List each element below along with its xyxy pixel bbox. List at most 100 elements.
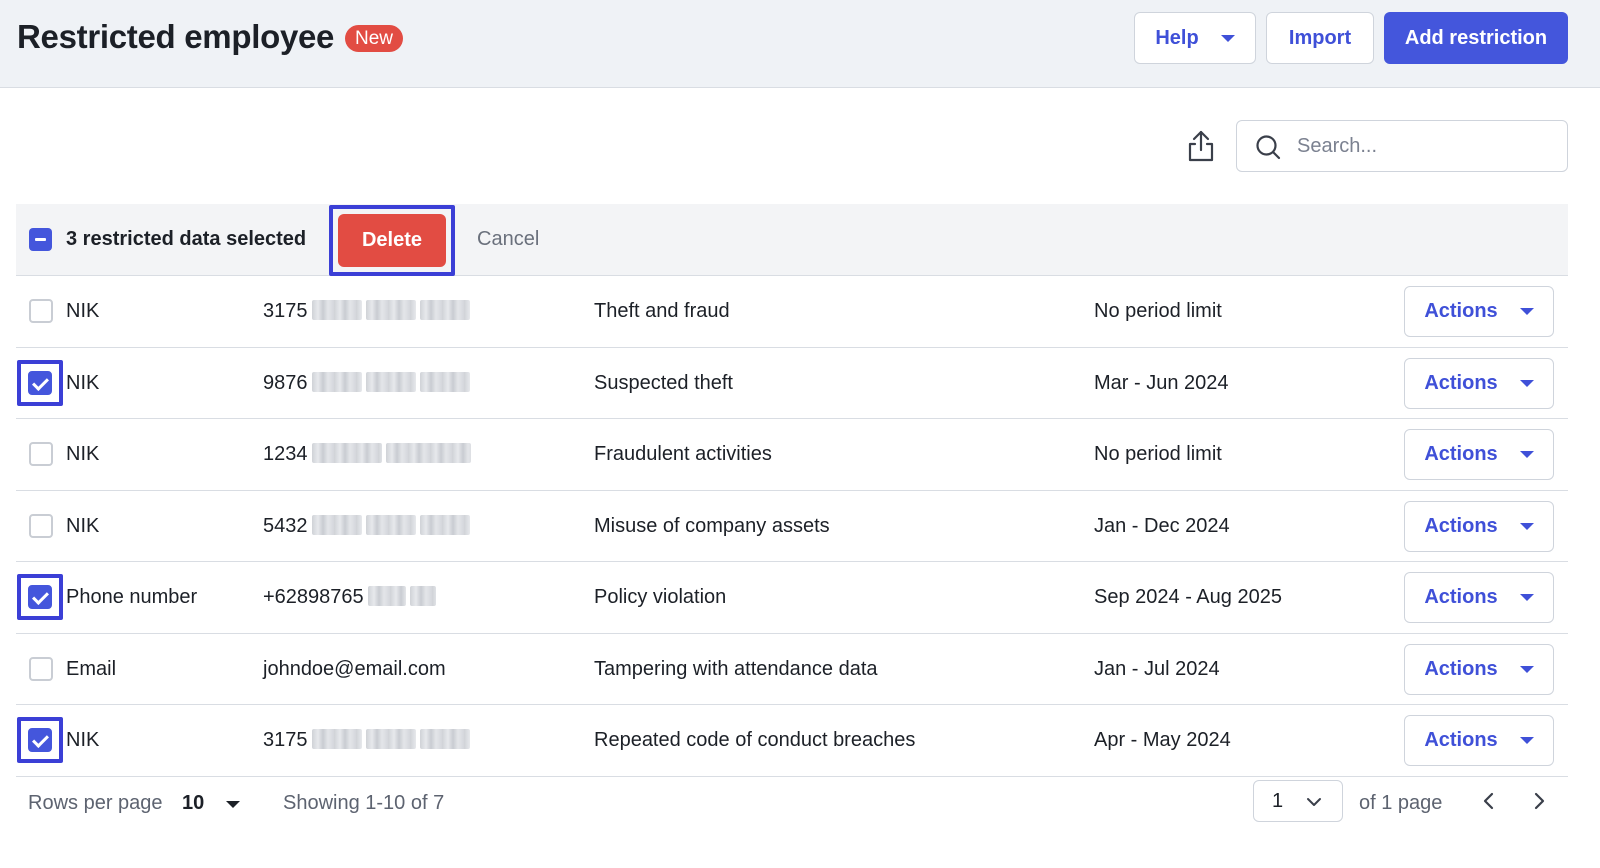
row-checkbox[interactable] (29, 442, 53, 466)
cell-value: 1234 (263, 443, 471, 466)
redacted-value (365, 514, 416, 535)
help-button[interactable]: Help (1134, 12, 1256, 64)
delete-highlight: Delete (329, 205, 455, 276)
cell-reason: Misuse of company assets (594, 515, 830, 538)
new-badge: New (345, 25, 404, 52)
cell-type-text: Phone number (66, 586, 198, 608)
caret-down-icon (1519, 594, 1534, 601)
selection-bar: 3 restricted data selected Delete Cancel (16, 204, 1568, 276)
page-select[interactable]: 1 (1253, 780, 1343, 822)
restriction-table: 3 restricted data selected Delete Cancel… (16, 204, 1568, 777)
redacted-value (419, 514, 470, 535)
actions-button[interactable]: Actions (1404, 357, 1554, 409)
table-row: NIK 5432 Misuse of company assets Jan - Dec… (16, 491, 1568, 562)
cell-reason-text: Tampering with attendance data (594, 657, 878, 680)
caret-down-icon[interactable] (226, 801, 240, 808)
cell-reason: Fraudulent activities (594, 443, 772, 466)
cell-type-text: NIK (66, 514, 100, 537)
checkbox-highlight (17, 359, 63, 406)
cancel-button[interactable]: Cancel (477, 228, 539, 251)
row-checkbox[interactable] (28, 585, 52, 609)
page-select-value: 1 (1272, 790, 1284, 812)
page-count: of 1 page (1359, 792, 1443, 814)
cell-period-text: No period limit (1094, 300, 1222, 322)
search-input[interactable] (1297, 121, 1557, 171)
table-row: NIK 1234 Fraudulent activities No period li… (16, 419, 1568, 491)
cell-reason-text: Repeated code of conduct breaches (594, 729, 916, 751)
cell-period: Apr - May 2024 (1094, 729, 1231, 752)
cell-type-text: NIK (66, 729, 100, 751)
cell-period-text: Mar - Jun 2024 (1094, 371, 1229, 394)
checkbox-highlight (17, 574, 63, 620)
cell-type: Email (66, 658, 116, 681)
cell-value: johndoe@email.com (263, 658, 446, 681)
next-page-icon[interactable] (1528, 790, 1550, 812)
table-row: NIK 9876 Suspected theft Mar - Jun 2024 Acti… (16, 348, 1568, 419)
redacted-value (419, 371, 470, 392)
cell-period-text: Jan - Jul 2024 (1094, 657, 1220, 680)
actions-button-label: Actions (1424, 371, 1498, 394)
actions-button[interactable]: Actions (1404, 715, 1554, 766)
chevron-down-icon (1307, 798, 1321, 806)
delete-button[interactable]: Delete (338, 214, 446, 267)
cell-reason-text: Suspected theft (594, 371, 733, 394)
cell-reason: Theft and fraud (594, 300, 730, 323)
export-icon[interactable] (1183, 128, 1219, 164)
cell-value-text: +62898765 (263, 586, 364, 608)
cell-period: No period limit (1094, 300, 1222, 323)
cell-type: NIK (66, 372, 99, 395)
cell-reason-text: Fraudulent activities (594, 443, 772, 465)
row-checkbox[interactable] (28, 728, 52, 752)
actions-button[interactable]: Actions (1404, 429, 1554, 480)
table-row: NIK 3175 Theft and fraud No period limit Act… (16, 276, 1568, 348)
actions-button[interactable]: Actions (1404, 643, 1554, 695)
row-checkbox[interactable] (28, 370, 52, 395)
table-row: NIK 3175 Repeated code of conduct breaches… (16, 705, 1568, 777)
cell-reason-text: Misuse of company assets (594, 514, 830, 537)
caret-down-icon (1220, 34, 1235, 42)
actions-button-label: Actions (1424, 443, 1498, 465)
actions-button-label: Actions (1424, 300, 1498, 322)
import-button[interactable]: Import (1266, 12, 1374, 64)
rows-per-page-select[interactable]: 10 (182, 792, 204, 815)
row-checkbox[interactable] (29, 513, 53, 538)
table-row: Email johndoe@email.com Tampering with att… (16, 634, 1568, 705)
cell-type: Phone number (66, 586, 197, 609)
cell-reason-text: Policy violation (594, 586, 727, 608)
page-header: Restricted employee New Help Import Add … (0, 0, 1600, 88)
redacted-value (311, 371, 362, 392)
cell-period: Sep 2024 - Aug 2025 (1094, 586, 1282, 609)
row-checkbox[interactable] (29, 656, 53, 681)
actions-button[interactable]: Actions (1404, 500, 1554, 552)
search-field[interactable] (1236, 120, 1568, 172)
cell-period: Mar - Jun 2024 (1094, 372, 1229, 395)
cell-value-text: johndoe@email.com (263, 657, 446, 680)
cell-value: 3175 (263, 300, 470, 323)
row-checkbox[interactable] (29, 299, 53, 323)
actions-button[interactable]: Actions (1404, 572, 1554, 623)
redacted-value (365, 729, 416, 749)
cell-type-text: NIK (66, 443, 100, 465)
cell-value-text: 5432 (263, 514, 308, 537)
actions-button-label: Actions (1424, 586, 1498, 608)
cell-value: 9876 (263, 371, 470, 395)
actions-button[interactable]: Actions (1404, 286, 1554, 337)
redacted-value (311, 443, 382, 463)
previous-page-icon[interactable] (1478, 790, 1500, 812)
caret-down-icon (1519, 665, 1534, 673)
selection-count: 3 restricted data selected (66, 228, 307, 250)
search-icon (1256, 135, 1281, 160)
cell-value-text: 9876 (263, 371, 308, 394)
add-restriction-button[interactable]: Add restriction (1384, 12, 1568, 64)
select-all-checkbox[interactable] (29, 228, 52, 251)
redacted-value (367, 586, 406, 606)
cell-reason: Policy violation (594, 586, 726, 609)
caret-down-icon (1519, 451, 1534, 458)
cell-type-text: Email (66, 657, 117, 680)
pagination: Rows per page 10 Showing 1-10 of 7 1 of … (16, 780, 1568, 840)
checkbox-highlight (17, 717, 63, 763)
redacted-value (311, 300, 362, 320)
redacted-value (365, 300, 416, 320)
table-body: NIK 3175 Theft and fraud No period limit Act… (16, 276, 1568, 777)
cell-period: Jan - Jul 2024 (1094, 658, 1220, 681)
